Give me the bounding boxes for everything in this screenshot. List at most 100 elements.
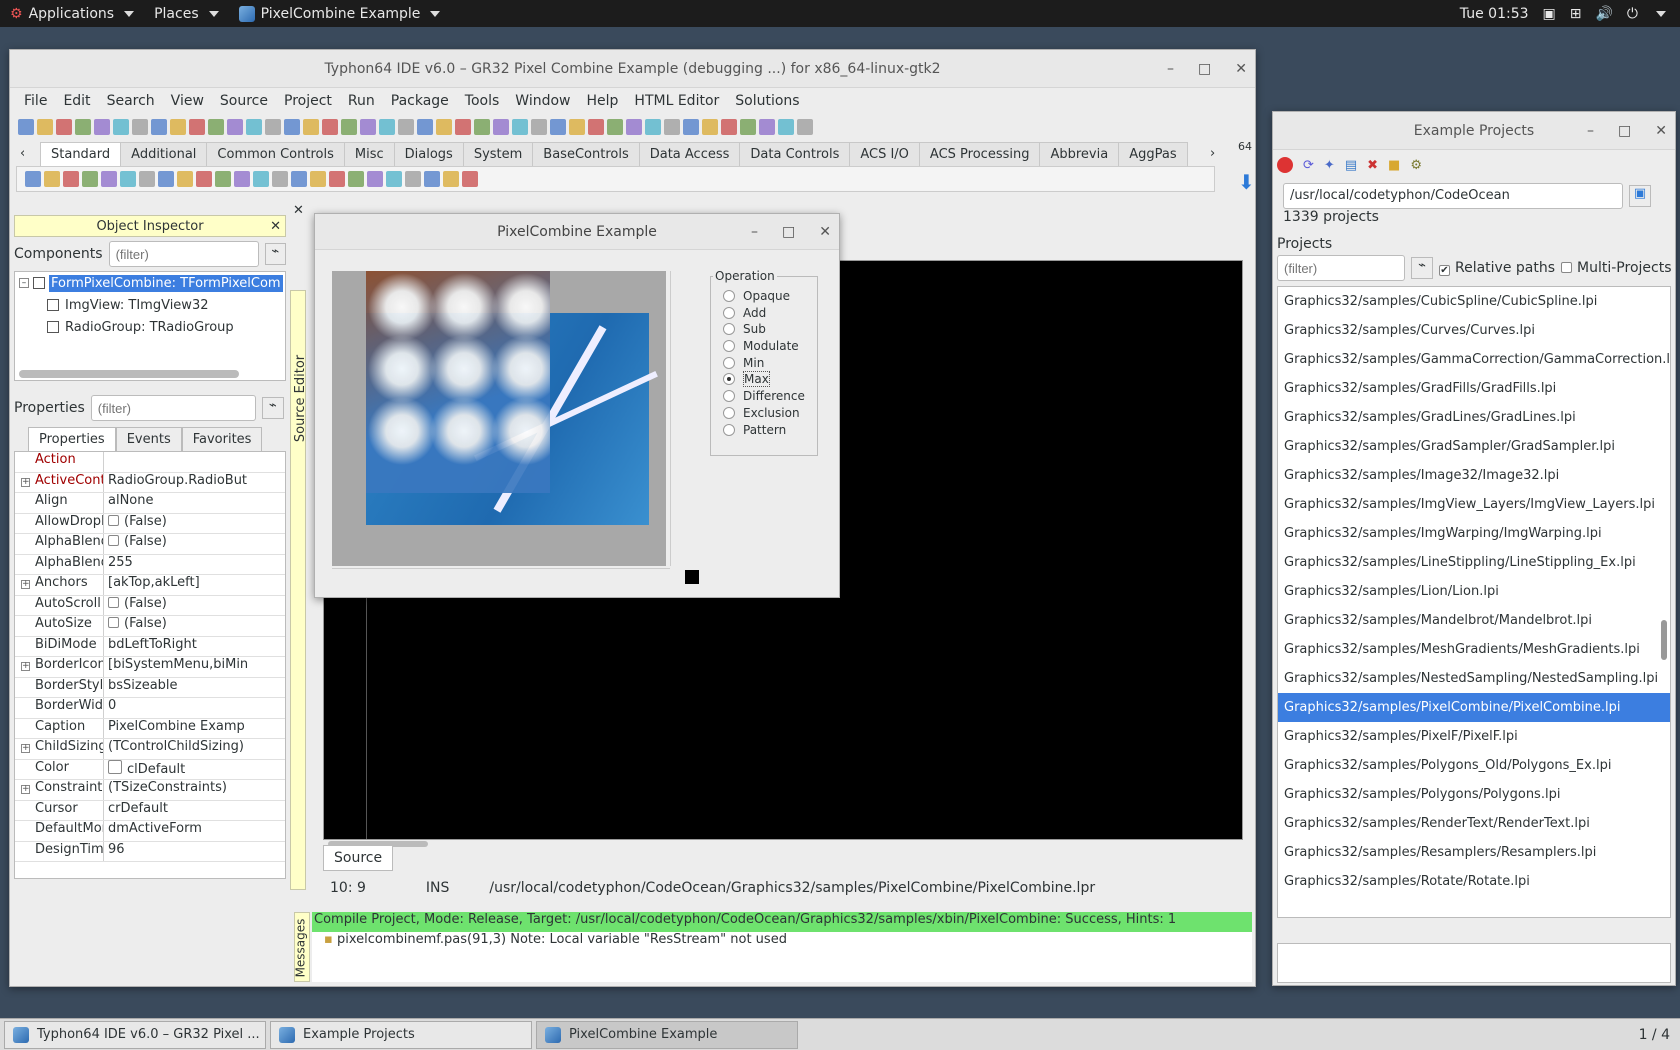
toolbar-button-icon[interactable]	[683, 119, 699, 135]
checkbox[interactable]	[108, 596, 119, 608]
maximize-icon[interactable]: □	[1198, 61, 1211, 77]
expand-icon[interactable]: +	[21, 744, 30, 753]
tab-source[interactable]: Source	[323, 845, 394, 871]
app-menu[interactable]: PixelCombine Example	[229, 5, 451, 22]
toolbar-button-icon[interactable]	[284, 119, 300, 135]
radio-button[interactable]	[723, 373, 735, 386]
palette-tab[interactable]: Dialogs	[393, 142, 464, 166]
toolbar-button-icon[interactable]	[398, 119, 414, 135]
message-note[interactable]: ▪ pixelcombinemf.pas(91,3) Note: Local v…	[312, 932, 1252, 954]
toolbar-button-icon[interactable]	[360, 119, 376, 135]
project-item[interactable]: Graphics32/samples/ImgWarping/ImgWarping…	[1278, 519, 1670, 548]
menu-item[interactable]: HTML Editor	[626, 93, 727, 109]
toolbar-button-icon[interactable]	[721, 119, 737, 135]
toolbar-button-icon[interactable]	[645, 119, 661, 135]
close-icon[interactable]: ✕	[293, 203, 304, 218]
radio-button[interactable]	[723, 306, 735, 319]
menu-item[interactable]: Project	[276, 93, 340, 109]
toolbar-button-icon[interactable]	[37, 119, 53, 135]
toolbar-button-icon[interactable]	[113, 119, 129, 135]
property-row[interactable]: Action	[15, 452, 285, 473]
palette-tab[interactable]: AggPas	[1118, 142, 1188, 166]
volume-icon[interactable]: 🔊	[1595, 6, 1612, 22]
property-row[interactable]: Color clDefault	[15, 759, 285, 780]
toolbar-button-icon[interactable]	[196, 171, 212, 187]
dialog-titlebar[interactable]: PixelCombine Example – □ ✕	[315, 214, 839, 250]
toolbar-button-icon[interactable]	[139, 171, 155, 187]
toolbar-button-icon[interactable]	[531, 119, 547, 135]
toolbar-button-icon[interactable]	[227, 119, 243, 135]
toolbar-button-icon[interactable]	[18, 119, 34, 135]
radio-option[interactable]: Exclusion	[723, 406, 805, 423]
horizontal-scrollbar[interactable]	[332, 568, 670, 580]
property-row[interactable]: AlphaBlendVa 255	[15, 554, 285, 575]
menu-item[interactable]: Help	[579, 93, 627, 109]
radio-button[interactable]	[723, 423, 735, 436]
radio-option[interactable]: Sub	[723, 322, 805, 339]
toolbar-button-icon[interactable]	[75, 119, 91, 135]
menu-item[interactable]: Edit	[55, 93, 98, 109]
palette-tab[interactable]: Abbrevia	[1039, 142, 1120, 166]
toolbar-button-icon[interactable]	[291, 171, 307, 187]
maximize-icon[interactable]: □	[782, 224, 795, 240]
vertical-scrollbar[interactable]	[1661, 620, 1667, 660]
toolbar-button-icon[interactable]	[443, 171, 459, 187]
property-row[interactable]: + Constraints (TSizeConstraints)	[15, 780, 285, 801]
toolbar-button-icon[interactable]	[151, 119, 167, 135]
radio-option[interactable]: Min	[723, 356, 805, 373]
property-row[interactable]: BorderWidth 0	[15, 698, 285, 719]
property-row[interactable]: Caption PixelCombine Examp	[15, 718, 285, 739]
menu-item[interactable]: Window	[507, 93, 578, 109]
toolbar-button-icon[interactable]	[386, 171, 402, 187]
maximize-icon[interactable]: □	[1618, 123, 1631, 139]
toolbar-button-icon[interactable]	[626, 119, 642, 135]
multi-projects-checkbox[interactable]: Multi-Projects	[1561, 260, 1672, 276]
toolbar-button-icon[interactable]	[474, 119, 490, 135]
project-item[interactable]: Graphics32/samples/Mandelbrot/Mandelbrot…	[1278, 606, 1670, 635]
menu-item[interactable]: Package	[383, 93, 457, 109]
property-row[interactable]: BorderStyle bsSizeable	[15, 677, 285, 698]
property-row[interactable]: AllowDropFile (False)	[15, 513, 285, 534]
toolbar-button-icon[interactable]	[234, 171, 250, 187]
task-example-projects[interactable]: Example Projects	[270, 1020, 532, 1049]
toolbar-button-icon[interactable]	[265, 119, 281, 135]
expand-icon[interactable]: +	[21, 785, 30, 794]
menu-item[interactable]: File	[16, 93, 55, 109]
toolbar-button-icon[interactable]	[493, 119, 509, 135]
toolbar-button-icon[interactable]	[550, 119, 566, 135]
horizontal-scrollbar[interactable]	[19, 370, 239, 378]
toolbar-button-icon[interactable]	[63, 171, 79, 187]
project-item[interactable]: Graphics32/samples/MeshGradients/MeshGra…	[1278, 635, 1670, 664]
property-row[interactable]: BiDiMode bdLeftToRight	[15, 636, 285, 657]
projects-filter-input[interactable]	[1277, 255, 1405, 281]
chevron-down-icon[interactable]	[1656, 10, 1666, 17]
stop-icon[interactable]	[1277, 157, 1293, 173]
project-item[interactable]: Graphics32/samples/Polygons_Old/Polygons…	[1278, 751, 1670, 780]
palette-scroll-left-icon[interactable]: ‹	[20, 146, 25, 161]
radio-button[interactable]	[723, 323, 735, 336]
checkbox[interactable]	[108, 617, 119, 628]
palette-tab[interactable]: Additional	[120, 142, 208, 166]
property-value[interactable]: (TSizeConstraints)	[103, 780, 285, 800]
property-value[interactable]: (False)	[103, 595, 285, 615]
expand-icon[interactable]: +	[21, 662, 30, 671]
palette-tab[interactable]: Common Controls	[206, 142, 345, 166]
menu-item[interactable]: Search	[99, 93, 163, 109]
project-item[interactable]: Graphics32/samples/NestedSampling/Nested…	[1278, 664, 1670, 693]
toolbar-button-icon[interactable]	[569, 119, 585, 135]
menu-item[interactable]: Tools	[457, 93, 508, 109]
project-item[interactable]: Graphics32/samples/ImgView_Layers/ImgVie…	[1278, 490, 1670, 519]
radio-option[interactable]: Add	[723, 306, 805, 323]
tree-item[interactable]: RadioGroup: TRadioGroup	[15, 316, 285, 338]
project-item[interactable]: Graphics32/samples/GradLines/GradLines.l…	[1278, 403, 1670, 432]
color-swatch[interactable]	[108, 759, 122, 774]
close-icon[interactable]: ✕	[270, 219, 281, 234]
property-value[interactable]	[103, 452, 285, 472]
project-item[interactable]: Graphics32/samples/Polygons/Polygons.lpi	[1278, 780, 1670, 809]
palette-scroll-right-icon[interactable]: ›	[1210, 146, 1215, 161]
minimize-icon[interactable]: –	[1167, 61, 1174, 77]
toolbar-button-icon[interactable]	[120, 171, 136, 187]
projects-titlebar[interactable]: Example Projects – □ ✕	[1273, 112, 1675, 150]
palette-tab[interactable]: Data Access	[638, 142, 741, 166]
toolbar-button-icon[interactable]	[455, 119, 471, 135]
